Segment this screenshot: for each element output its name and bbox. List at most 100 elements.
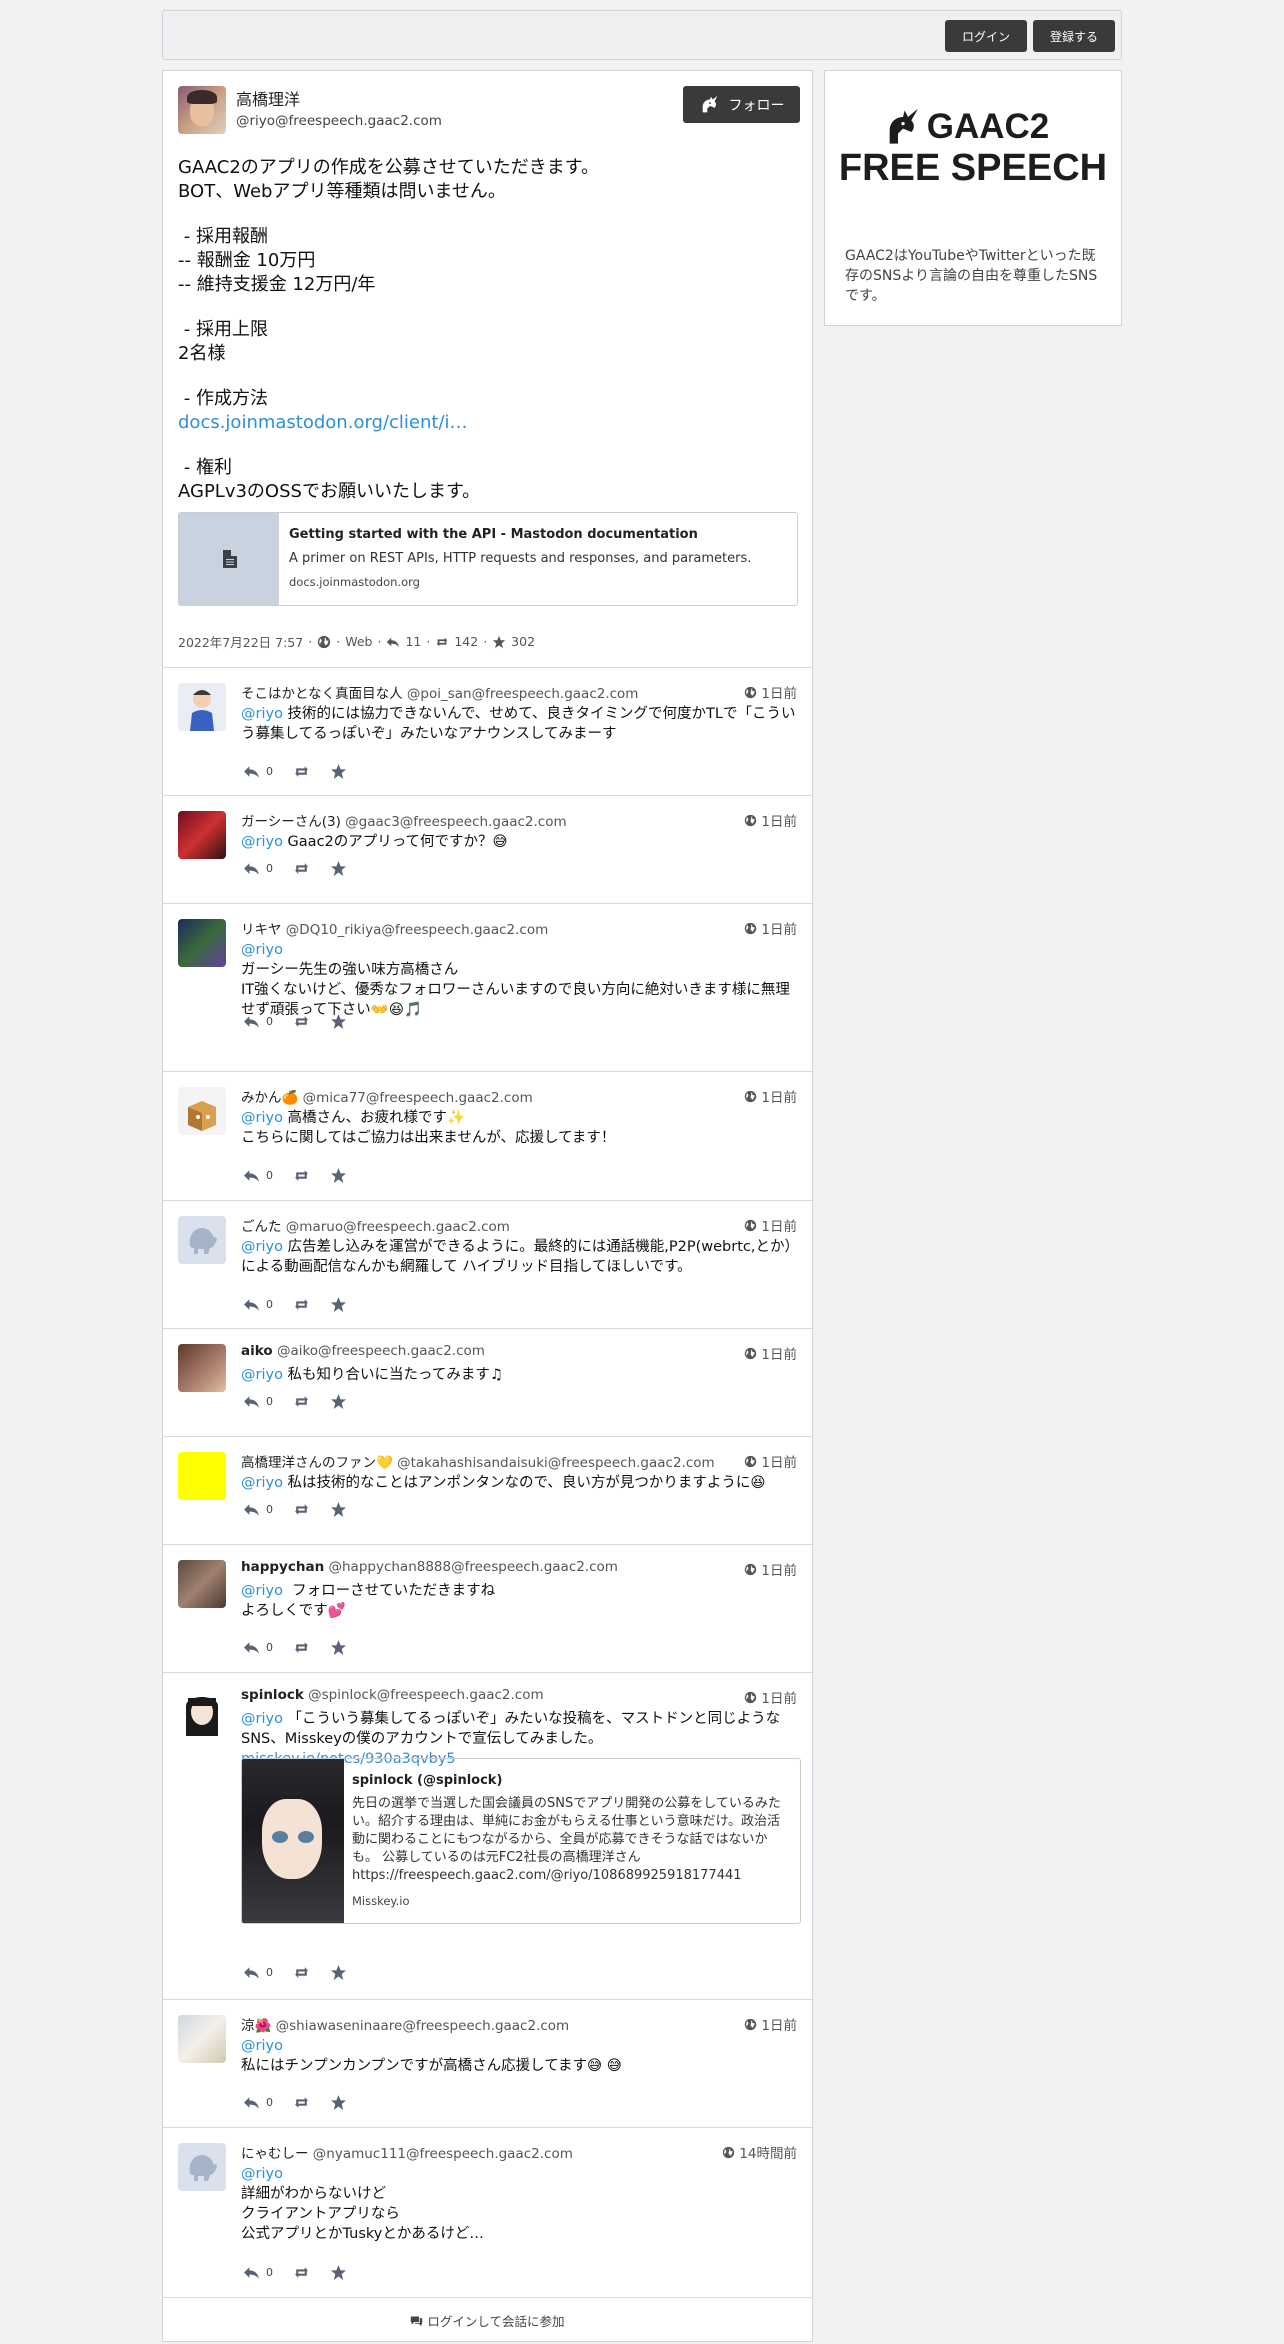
reply-status[interactable]: みかん🍊 @mica77@freespeech.gaac2.com 1日前 @riy… xyxy=(163,1071,812,1200)
follow-button[interactable]: フォロー xyxy=(683,86,800,123)
status-header[interactable]: ガーシーさん(3) @gaac3@freespeech.gaac2.com xyxy=(241,810,567,830)
reply-button[interactable]: 0 xyxy=(243,1013,273,1030)
account-handle[interactable]: @aiko@freespeech.gaac2.com xyxy=(277,1343,485,1359)
avatar[interactable] xyxy=(178,1688,226,1736)
avatar[interactable] xyxy=(178,2015,226,2063)
status-time[interactable]: 1日前 xyxy=(744,1086,797,1106)
mention-link[interactable]: @riyo xyxy=(241,1583,283,1599)
boost-button[interactable] xyxy=(293,1296,310,1313)
reply-button[interactable]: 0 xyxy=(243,1296,273,1313)
account-handle[interactable]: @maruo@freespeech.gaac2.com xyxy=(286,1219,510,1235)
status-time[interactable]: 1日前 xyxy=(744,1215,797,1235)
status-time[interactable]: 1日前 xyxy=(744,918,797,938)
status-header[interactable]: にゃむしー @nyamuc111@freespeech.gaac2.com xyxy=(241,2142,573,2162)
display-name[interactable]: aiko xyxy=(241,1343,273,1359)
status-time[interactable]: 1日前 xyxy=(744,810,797,830)
account-handle[interactable]: @spinlock@freespeech.gaac2.com xyxy=(308,1687,544,1703)
boost-button[interactable] xyxy=(293,1964,310,1981)
mention-link[interactable]: @riyo xyxy=(241,942,283,958)
mention-link[interactable]: @riyo xyxy=(241,1239,283,1255)
reply-button[interactable]: 0 xyxy=(243,860,273,877)
reply-button[interactable]: 0 xyxy=(243,2264,273,2281)
mention-link[interactable]: @riyo xyxy=(241,706,283,722)
reply-button[interactable]: 0 xyxy=(243,1964,273,1981)
display-name[interactable]: 高橋理洋 xyxy=(236,86,300,110)
reply-status[interactable]: 涼🌺 @shiawaseninaare@freespeech.gaac2.com… xyxy=(163,1999,812,2127)
status-time[interactable]: 1日前 xyxy=(744,682,797,702)
account-handle[interactable]: @shiawaseninaare@freespeech.gaac2.com xyxy=(276,2018,570,2034)
account-handle[interactable]: @mica77@freespeech.gaac2.com xyxy=(303,1090,533,1106)
link-card[interactable]: Getting started with the API - Mastodon … xyxy=(178,512,798,606)
boost-button[interactable] xyxy=(293,1167,310,1184)
favourite-button[interactable] xyxy=(330,1501,347,1518)
reply-status[interactable]: ガーシーさん(3) @gaac3@freespeech.gaac2.com 1日前… xyxy=(163,795,812,903)
display-name[interactable]: そこはかとなく真面目な人 xyxy=(241,686,403,702)
site-logo[interactable]: GAAC2 FREE SPEECH xyxy=(835,107,1111,207)
status-date[interactable]: 2022年7月22日 7:57 xyxy=(178,632,303,651)
status-time[interactable]: 1日前 xyxy=(744,1451,797,1471)
status-header[interactable]: リキヤ @DQ10_rikiya@freespeech.gaac2.com xyxy=(241,918,548,938)
mention-link[interactable]: @riyo xyxy=(241,2166,283,2182)
reply-button[interactable]: 0 xyxy=(243,1167,273,1184)
status-header[interactable]: spinlock @spinlock@freespeech.gaac2.com xyxy=(241,1687,544,1703)
boost-button[interactable] xyxy=(293,1501,310,1518)
account-handle[interactable]: @nyamuc111@freespeech.gaac2.com xyxy=(313,2146,573,2162)
join-conversation-link[interactable]: ログインして会話に参加 xyxy=(163,2297,812,2341)
avatar[interactable] xyxy=(178,1087,226,1135)
status-time[interactable]: 1日前 xyxy=(744,2014,797,2034)
boost-button[interactable] xyxy=(293,763,310,780)
reply-status[interactable]: にゃむしー @nyamuc111@freespeech.gaac2.com 14時… xyxy=(163,2127,812,2297)
boost-button[interactable] xyxy=(293,1393,310,1410)
status-header[interactable]: 涼🌺 @shiawaseninaare@freespeech.gaac2.com xyxy=(241,2014,569,2034)
reply-button[interactable]: 0 xyxy=(243,763,273,780)
display-name[interactable]: 高橋理洋さんのファン💛 xyxy=(241,1455,393,1471)
display-name[interactable]: にゃむしー xyxy=(241,2146,309,2162)
boost-button[interactable] xyxy=(293,1013,310,1030)
avatar[interactable] xyxy=(178,2143,226,2191)
status-time[interactable]: 1日前 xyxy=(744,1687,797,1707)
favourite-button[interactable] xyxy=(330,1296,347,1313)
boost-button[interactable] xyxy=(293,860,310,877)
reply-button[interactable]: 0 xyxy=(243,2094,273,2111)
account-handle[interactable]: @takahashisandaisuki@freespeech.gaac2.co… xyxy=(397,1455,715,1471)
reply-status[interactable]: aiko @aiko@freespeech.gaac2.com 1日前 @riyo … xyxy=(163,1328,812,1436)
mention-link[interactable]: @riyo xyxy=(241,1711,283,1727)
reply-status[interactable]: そこはかとなく真面目な人 @poi_san@freespeech.gaac2.c… xyxy=(163,667,812,795)
register-button[interactable]: 登録する xyxy=(1033,20,1115,52)
avatar[interactable] xyxy=(178,1344,226,1392)
account-handle[interactable]: @poi_san@freespeech.gaac2.com xyxy=(407,686,639,702)
avatar[interactable] xyxy=(178,1560,226,1608)
status-time[interactable]: 1日前 xyxy=(744,1559,797,1579)
login-button[interactable]: ログイン xyxy=(945,20,1027,52)
account-handle[interactable]: @riyo@freespeech.gaac2.com xyxy=(236,113,442,129)
display-name[interactable]: みかん🍊 xyxy=(241,1090,298,1106)
account-handle[interactable]: @gaac3@freespeech.gaac2.com xyxy=(345,814,566,830)
mention-link[interactable]: @riyo xyxy=(241,1367,283,1383)
favourite-button[interactable] xyxy=(330,1639,347,1656)
favourite-button[interactable] xyxy=(330,860,347,877)
reply-status[interactable]: 高橋理洋さんのファン💛 @takahashisandaisuki@freespe… xyxy=(163,1436,812,1544)
status-header[interactable]: そこはかとなく真面目な人 @poi_san@freespeech.gaac2.c… xyxy=(241,682,638,702)
reply-button[interactable]: 0 xyxy=(243,1393,273,1410)
avatar[interactable] xyxy=(178,1452,226,1500)
avatar[interactable] xyxy=(178,86,226,134)
display-name[interactable]: リキヤ xyxy=(241,922,282,938)
link-card[interactable]: spinlock (@spinlock) 先日の選挙で当選した国会議員のSNSでア… xyxy=(241,1758,801,1924)
status-header[interactable]: みかん🍊 @mica77@freespeech.gaac2.com xyxy=(241,1086,533,1106)
status-header[interactable]: ごんた @maruo@freespeech.gaac2.com xyxy=(241,1215,510,1235)
favourite-button[interactable] xyxy=(330,763,347,780)
account-handle[interactable]: @DQ10_rikiya@freespeech.gaac2.com xyxy=(286,922,548,938)
favourite-button[interactable] xyxy=(330,1167,347,1184)
reply-status[interactable]: happychan @happychan8888@freespeech.gaac… xyxy=(163,1544,812,1672)
favourite-button[interactable] xyxy=(330,2094,347,2111)
favourite-button[interactable] xyxy=(330,1393,347,1410)
mention-link[interactable]: @riyo xyxy=(241,2038,283,2054)
avatar[interactable] xyxy=(178,919,226,967)
boost-button[interactable] xyxy=(293,2094,310,2111)
status-header[interactable]: aiko @aiko@freespeech.gaac2.com xyxy=(241,1343,485,1359)
favourite-button[interactable] xyxy=(330,2264,347,2281)
mention-link[interactable]: @riyo xyxy=(241,834,283,850)
boost-button[interactable] xyxy=(293,1639,310,1656)
favourite-button[interactable] xyxy=(330,1964,347,1981)
display-name[interactable]: happychan xyxy=(241,1559,324,1575)
